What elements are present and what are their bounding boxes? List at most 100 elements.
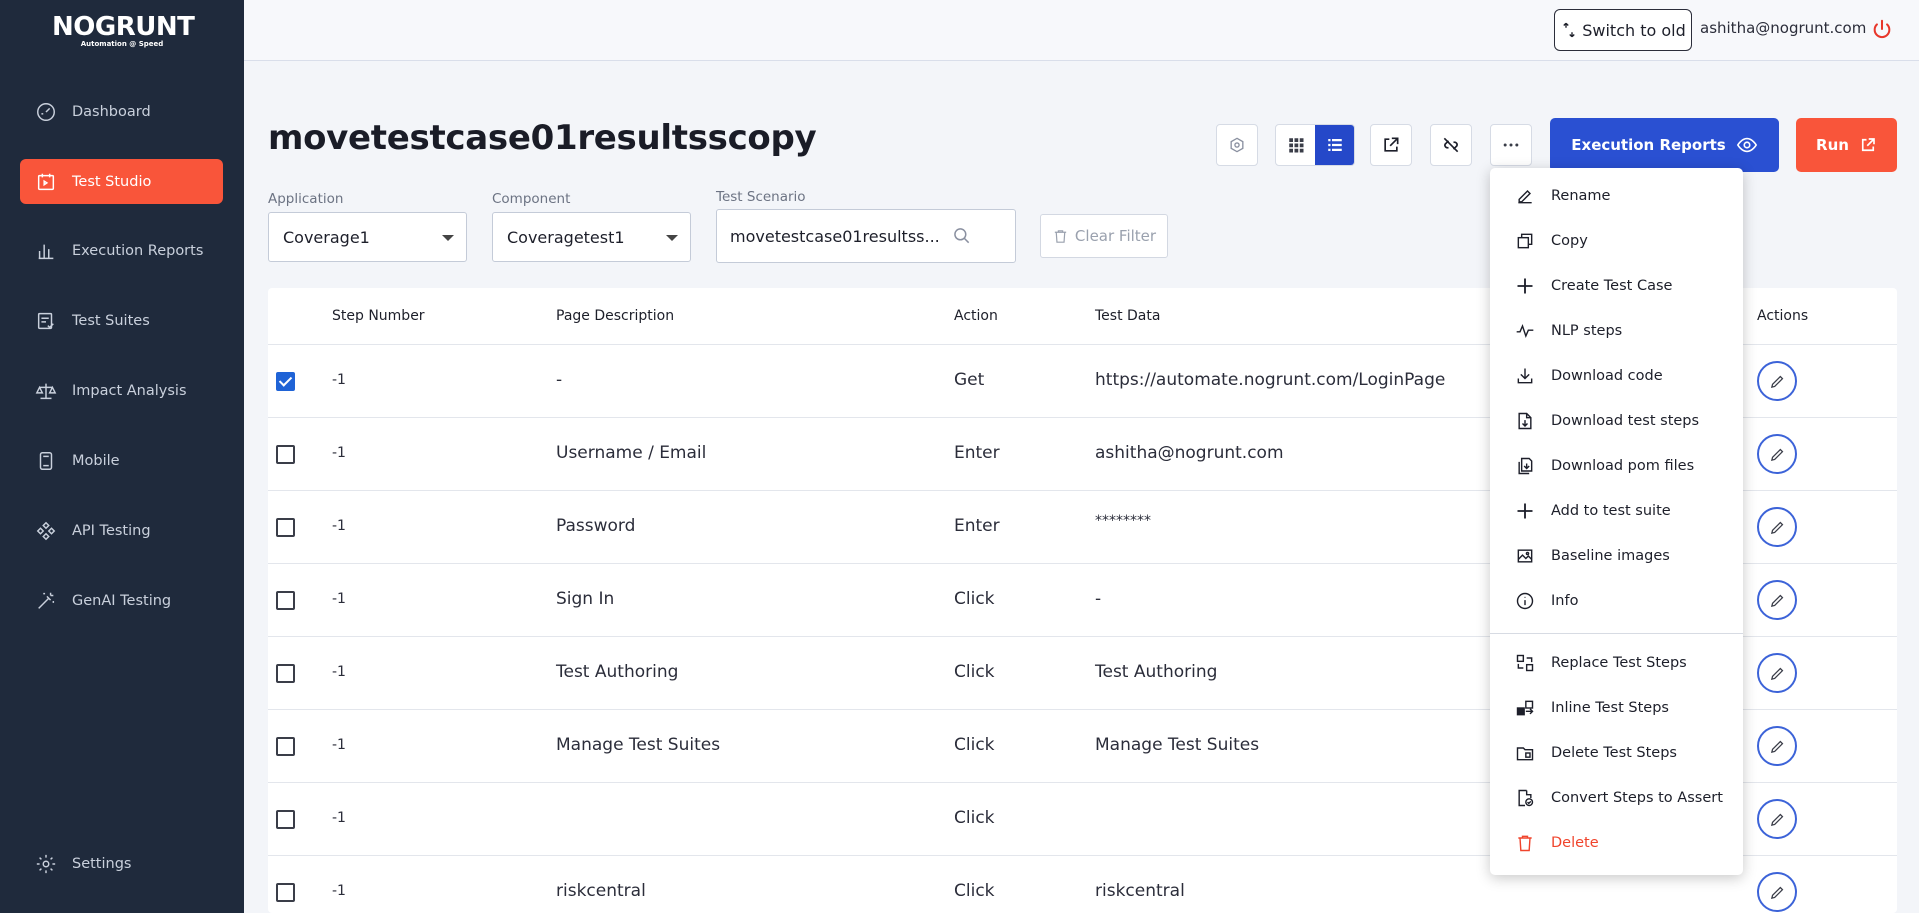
sidebar: NOGRUNT Automation @ Speed Dashboard Tes… — [0, 0, 244, 913]
unlink-button[interactable] — [1430, 124, 1472, 166]
menu-item-label: Rename — [1551, 188, 1611, 204]
menu-item-add-to-test-suite[interactable]: Add to test suite — [1490, 493, 1743, 529]
sidebar-item-impact-analysis[interactable]: Impact Analysis — [20, 368, 223, 413]
edit-step-button[interactable] — [1757, 799, 1797, 839]
plus-icon — [1514, 275, 1536, 297]
sidebar-item-test-suites[interactable]: Test Suites — [20, 298, 223, 343]
menu-item-inline-test-steps[interactable]: Inline Test Steps — [1490, 690, 1743, 726]
sidebar-item-dashboard[interactable]: Dashboard — [20, 89, 223, 134]
action: Enter — [954, 443, 1000, 463]
action: Click — [954, 881, 995, 901]
sidebar-item-label: Dashboard — [72, 103, 151, 120]
power-icon[interactable] — [1871, 18, 1893, 40]
menu-item-download-pom-files[interactable]: Download pom files — [1490, 448, 1743, 484]
menu-item-label: Copy — [1551, 233, 1588, 249]
menu-item-replace-test-steps[interactable]: Replace Test Steps — [1490, 645, 1743, 681]
menu-item-nlp-steps[interactable]: NLP steps — [1490, 313, 1743, 349]
page-description: - — [556, 370, 563, 390]
pencil-icon — [1770, 375, 1783, 388]
menu-item-download-test-steps[interactable]: Download test steps — [1490, 403, 1743, 439]
header-action: Action — [954, 308, 998, 324]
application-select[interactable]: Coverage1 — [268, 212, 467, 262]
menu-item-convert-steps-to-assert[interactable]: Convert Steps to Assert — [1490, 780, 1743, 816]
sidebar-item-label: Test Suites — [72, 312, 150, 329]
row-checkbox[interactable] — [276, 372, 295, 391]
menu-item-copy[interactable]: Copy — [1490, 223, 1743, 259]
test-data: ******** — [1095, 513, 1151, 529]
gear-icon — [34, 852, 58, 876]
menu-item-download-code[interactable]: Download code — [1490, 358, 1743, 394]
image-icon — [1514, 545, 1536, 567]
menu-item-info[interactable]: Info — [1490, 583, 1743, 619]
component-select[interactable]: Coveragetest1 — [492, 212, 691, 262]
row-checkbox[interactable] — [276, 883, 295, 902]
menu-item-label: Download pom files — [1551, 458, 1695, 474]
header-step-number: Step Number — [332, 308, 425, 324]
sidebar-item-api-testing[interactable]: API Testing — [20, 508, 223, 553]
replace-icon — [1514, 652, 1536, 674]
row-checkbox[interactable] — [276, 591, 295, 610]
menu-item-label: Replace Test Steps — [1551, 655, 1687, 671]
menu-item-baseline-images[interactable]: Baseline images — [1490, 538, 1743, 574]
list-view-button[interactable] — [1315, 125, 1354, 165]
row-checkbox[interactable] — [276, 737, 295, 756]
switch-to-old-button[interactable]: Switch to old — [1554, 9, 1692, 51]
step-number: -1 — [332, 518, 346, 534]
header-actions: Actions — [1757, 308, 1809, 324]
component-value: Coveragetest1 — [507, 227, 625, 247]
grid-view-button[interactable] — [1276, 125, 1315, 165]
menu-item-label: Add to test suite — [1551, 503, 1671, 519]
edit-step-button[interactable] — [1757, 361, 1797, 401]
nogrunt-logo[interactable]: NOGRUNT Automation @ Speed — [52, 12, 195, 48]
page-description: Manage Test Suites — [556, 735, 721, 755]
test-data: Manage Test Suites — [1095, 735, 1260, 755]
pencil-icon — [1770, 448, 1783, 461]
page-description: Sign In — [556, 589, 615, 609]
row-checkbox[interactable] — [276, 445, 295, 464]
menu-item-label: Download test steps — [1551, 413, 1700, 429]
execution-reports-button[interactable]: Execution Reports — [1550, 118, 1779, 172]
sidebar-item-genai-testing[interactable]: GenAI Testing — [20, 578, 223, 623]
step-number: -1 — [332, 372, 346, 388]
edit-step-button[interactable] — [1757, 872, 1797, 912]
sidebar-item-execution-reports[interactable]: Execution Reports — [20, 228, 223, 273]
edit-step-button[interactable] — [1757, 580, 1797, 620]
menu-item-rename[interactable]: Rename — [1490, 178, 1743, 214]
sidebar-item-mobile[interactable]: Mobile — [20, 438, 223, 483]
page-description: riskcentral — [556, 881, 646, 901]
menu-item-label: Download code — [1551, 368, 1663, 384]
test-scenario-search[interactable]: movetestcase01resultss... — [716, 209, 1016, 263]
switch-to-old-label: Switch to old — [1582, 20, 1686, 40]
more-options-menu: Rename Copy Create Test Case NLP steps D… — [1490, 168, 1743, 875]
row-checkbox[interactable] — [276, 810, 295, 829]
file-check-icon — [1514, 787, 1536, 809]
clear-filter-button[interactable]: Clear Filter — [1040, 214, 1168, 258]
menu-item-create-test-case[interactable]: Create Test Case — [1490, 268, 1743, 304]
edit-step-button[interactable] — [1757, 653, 1797, 693]
edit-step-button[interactable] — [1757, 726, 1797, 766]
sidebar-item-settings[interactable]: Settings — [20, 841, 223, 886]
menu-item-label: Info — [1551, 593, 1579, 609]
menu-item-delete[interactable]: Delete — [1490, 825, 1743, 861]
run-button[interactable]: Run — [1796, 118, 1897, 172]
clear-filter-label: Clear Filter — [1074, 227, 1157, 245]
pen-icon — [1514, 185, 1536, 207]
more-options-button[interactable] — [1490, 124, 1532, 166]
action: Get — [954, 370, 985, 390]
open-external-button[interactable] — [1370, 124, 1412, 166]
edit-step-button[interactable] — [1757, 434, 1797, 474]
row-checkbox[interactable] — [276, 518, 295, 537]
edit-step-button[interactable] — [1757, 507, 1797, 547]
menu-item-label: Baseline images — [1551, 548, 1670, 564]
menu-item-delete-test-steps[interactable]: Delete Test Steps — [1490, 735, 1743, 771]
step-number: -1 — [332, 591, 346, 607]
scale-icon — [34, 379, 58, 403]
settings-toggle-button[interactable] — [1216, 124, 1258, 166]
pencil-icon — [1770, 886, 1783, 899]
sidebar-item-test-studio[interactable]: Test Studio — [20, 159, 223, 204]
test-data: riskcentral — [1095, 881, 1185, 901]
action: Click — [954, 589, 995, 609]
mobile-icon — [34, 449, 58, 473]
search-icon — [954, 228, 970, 244]
row-checkbox[interactable] — [276, 664, 295, 683]
